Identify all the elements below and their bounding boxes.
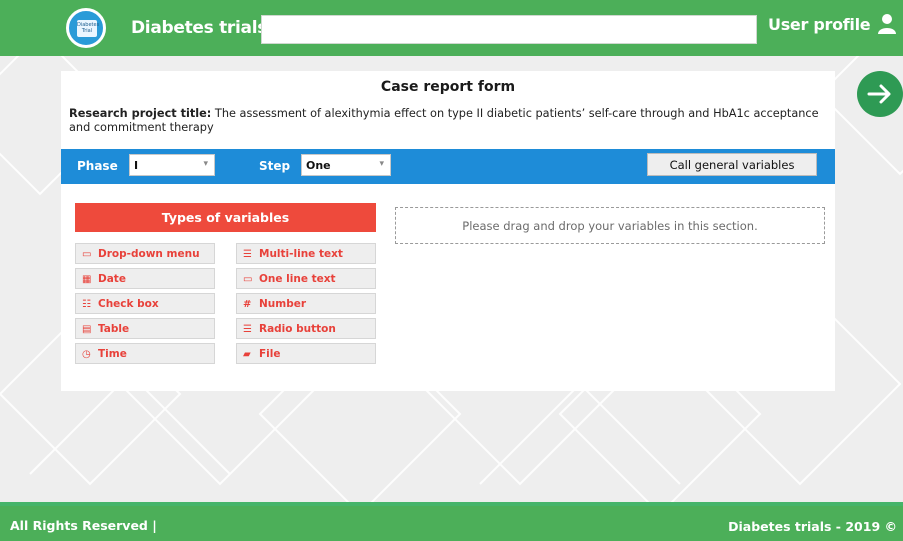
phase-select[interactable]: I ▾ [129,154,215,176]
variable-time[interactable]: ◷ Time [75,343,215,364]
variable-label: Time [98,348,127,360]
types-of-variables-header: Types of variables [75,203,376,232]
phase-select-value: I [134,159,139,172]
variable-number[interactable]: # Number [236,293,376,314]
footer-copyright: Diabetes trials - 2019 © [728,519,897,534]
variable-drop-zone[interactable]: Please drag and drop your variables in t… [395,207,825,244]
page-title: Case report form [380,79,516,95]
variable-table[interactable]: ▤ Table [75,318,215,339]
user-profile-link[interactable]: User profile [768,15,871,34]
hash-icon: # [243,299,252,310]
variable-label: Number [259,298,307,310]
arrow-right-icon [867,84,891,104]
next-button[interactable] [857,71,903,117]
variable-dropdown-menu[interactable]: ▭ Drop-down menu [75,243,215,264]
checkbox-list-icon: ☷ [82,299,91,310]
variable-label: Date [98,273,126,285]
user-icon[interactable] [877,13,897,35]
variable-label: File [259,348,281,360]
footer: All Rights Reserved | Diabetes trials - … [0,502,903,541]
variable-check-box[interactable]: ☷ Check box [75,293,215,314]
app-title[interactable]: Diabetes trials [131,18,267,38]
variable-label: Drop-down menu [98,248,200,260]
folder-icon: ▰ [243,349,251,360]
variable-multi-line-text[interactable]: ☰ Multi-line text [236,243,376,264]
project-title-label: Research project title: [69,107,212,120]
step-select-value: One [306,159,331,172]
step-select[interactable]: One ▾ [301,154,391,176]
variable-label: Table [98,323,130,335]
variable-label: Check box [98,298,159,310]
variable-one-line-text[interactable]: ▭ One line text [236,268,376,289]
clock-icon: ◷ [82,349,91,360]
case-report-card: Case report form Research project title:… [61,71,835,391]
table-icon: ▤ [82,324,92,335]
step-label: Step [259,159,291,173]
footer-rights: All Rights Reserved | [10,518,157,533]
research-project-title: Research project title: The assessment o… [69,107,829,135]
variable-label: Radio button [259,323,336,335]
logo-badge: Diabetes Trial [77,20,99,37]
search-input[interactable] [261,15,757,44]
phase-step-bar: Phase I ▾ Step One ▾ Call general variab… [61,149,835,184]
phase-label: Phase [77,159,118,173]
top-header: Diabetes Trial Diabetes trials User prof… [0,0,903,56]
calendar-icon: ▦ [82,274,92,285]
chevron-down-icon: ▾ [379,159,384,169]
variable-label: One line text [259,273,336,285]
chevron-down-icon: ▾ [203,159,208,169]
multiline-text-icon: ☰ [243,249,252,260]
radio-list-icon: ☰ [243,324,252,335]
variable-file[interactable]: ▰ File [236,343,376,364]
app-logo[interactable]: Diabetes Trial [66,8,106,48]
variable-radio-button[interactable]: ☰ Radio button [236,318,376,339]
variable-label: Multi-line text [259,248,343,260]
single-line-text-icon: ▭ [243,274,253,285]
variable-date[interactable]: ▦ Date [75,268,215,289]
dropdown-icon: ▭ [82,249,92,260]
call-general-variables-button[interactable]: Call general variables [647,153,817,176]
